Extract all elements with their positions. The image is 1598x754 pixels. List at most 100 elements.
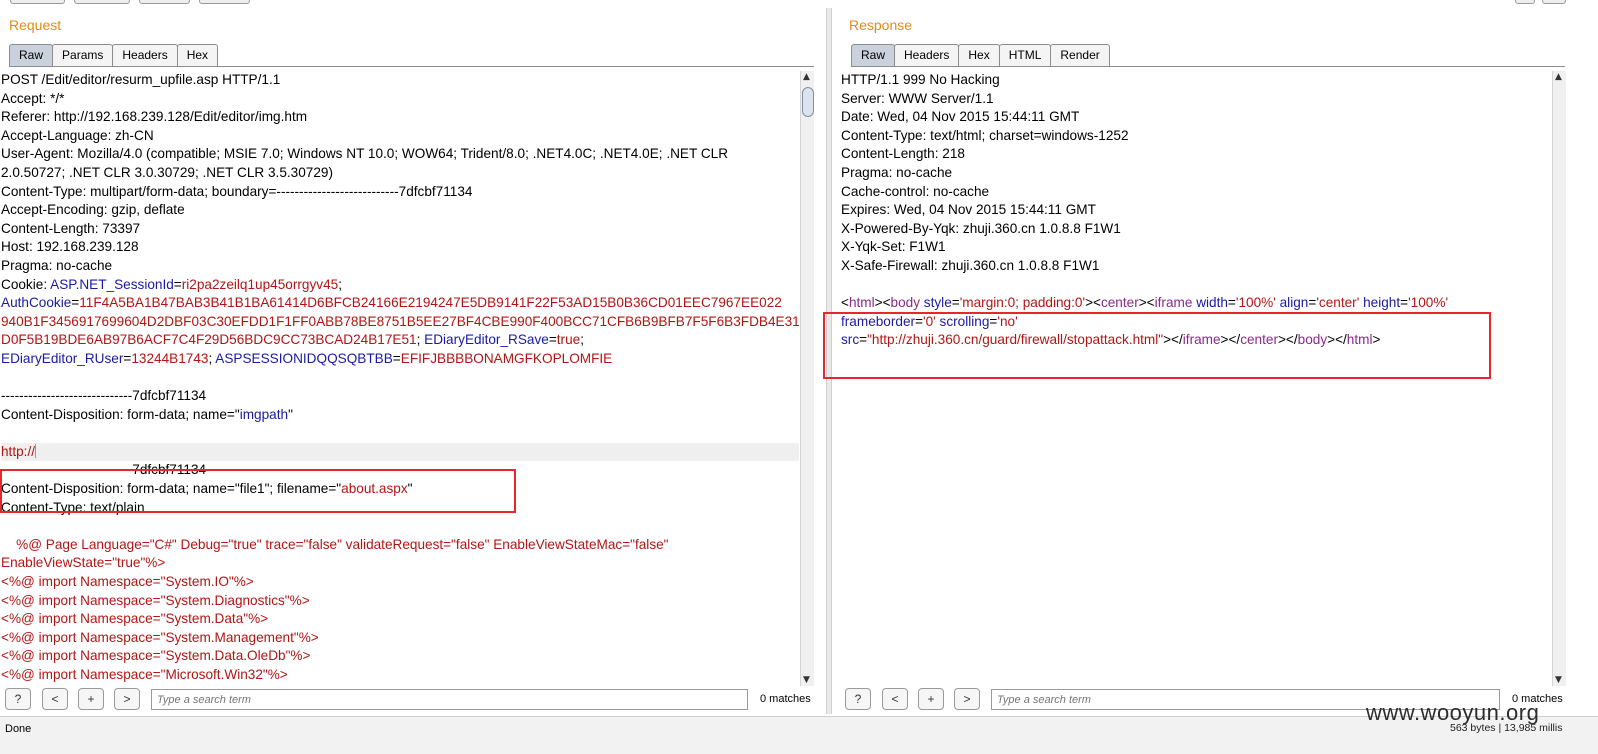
search-next-button[interactable]: > bbox=[954, 688, 980, 710]
code-token: POST /Edit/editor/resurm_upfile.asp HTTP… bbox=[1, 72, 281, 87]
code-token: ri2pa2zeilq1up45orrgyv45 bbox=[181, 276, 339, 292]
code-line: <%@ import Namespace="Microsoft.Win32"%> bbox=[1, 666, 799, 685]
code-line: EnableViewState="true"%> bbox=[1, 554, 799, 573]
response-tab-render[interactable]: Render bbox=[1050, 44, 1110, 66]
code-line: Cache-control: no-cache bbox=[841, 183, 1548, 202]
code-token: ASPSESSIONIDQQSQBTBB bbox=[215, 350, 393, 366]
code-line: D0F5B19BDE6AB97B6ACF7C4F29D56BDC9CC73BCA… bbox=[1, 331, 799, 350]
code-line: Content-Type: text/html; charset=windows… bbox=[841, 127, 1548, 146]
code-token: = bbox=[392, 350, 401, 366]
code-line: -----------------------------7dfcbf71134 bbox=[1, 387, 799, 406]
toolbar-button-6[interactable] bbox=[1542, 0, 1566, 4]
request-tab-headers[interactable]: Headers bbox=[112, 44, 178, 66]
code-token: = bbox=[548, 332, 557, 348]
triangle-down-icon[interactable]: ▼ bbox=[1555, 675, 1562, 685]
code-token: style bbox=[923, 295, 952, 311]
response-tab-hex[interactable]: Hex bbox=[958, 44, 1000, 66]
toolbar-button-1[interactable] bbox=[10, 0, 65, 4]
request-editor[interactable]: POST /Edit/editor/resurm_upfile.asp HTTP… bbox=[1, 71, 799, 686]
code-token: Cookie: bbox=[1, 276, 51, 292]
code-token: = bbox=[951, 295, 960, 311]
code-token: = bbox=[1400, 295, 1409, 311]
search-prev-button[interactable]: < bbox=[42, 688, 68, 710]
code-token: Accept-Language: zh-CN bbox=[1, 127, 154, 143]
response-tab-raw[interactable]: Raw bbox=[851, 44, 896, 66]
code-line: Accept-Language: zh-CN bbox=[1, 127, 799, 146]
code-token: Accept: */* bbox=[1, 90, 65, 106]
code-line: Host: 192.168.239.128 bbox=[1, 238, 799, 257]
toolbar-button-4[interactable] bbox=[199, 0, 250, 4]
code-line: Expires: Wed, 04 Nov 2015 15:44:11 GMT bbox=[841, 201, 1548, 220]
response-scrollbar[interactable]: ▲ ▼ bbox=[1552, 71, 1566, 686]
code-line: Accept-Encoding: gzip, deflate bbox=[1, 201, 799, 220]
code-token: <%@ import Namespace="System.IO"%> bbox=[1, 574, 254, 590]
code-line: Server: WWW Server/1.1 bbox=[841, 90, 1548, 109]
toolbar-button-5[interactable] bbox=[1515, 0, 1535, 4]
code-token: 'center' bbox=[1316, 295, 1360, 311]
code-token: Pragma: no-cache bbox=[1, 257, 113, 273]
code-line: POST /Edit/editor/resurm_upfile.asp HTTP… bbox=[1, 71, 799, 90]
search-add-button[interactable]: + bbox=[918, 688, 944, 710]
help-button[interactable]: ? bbox=[845, 688, 871, 710]
triangle-up-icon[interactable]: ▲ bbox=[1555, 72, 1562, 82]
code-line: <%@ import Namespace="System.IO"%> bbox=[1, 573, 799, 592]
code-token: Cache-control: no-cache bbox=[841, 183, 990, 199]
response-tab-headers[interactable]: Headers bbox=[894, 44, 960, 66]
code-token: '100%' bbox=[1408, 295, 1449, 311]
code-token: >< bbox=[1085, 295, 1101, 311]
code-line: 2.0.50727; .NET CLR 3.0.30729; .NET CLR … bbox=[1, 164, 799, 183]
code-token: true bbox=[556, 332, 581, 348]
code-line: X-Safe-Firewall: zhuji.360.cn 1.0.8.8 F1… bbox=[841, 257, 1548, 276]
code-token: align bbox=[1279, 295, 1309, 311]
code-token: ; bbox=[580, 332, 584, 348]
code-token: = bbox=[1227, 295, 1236, 311]
request-scrollbar[interactable]: ▲ ▼ bbox=[800, 71, 814, 686]
code-line: Cookie: ASP.NET_SessionId=ri2pa2zeilq1up… bbox=[1, 276, 799, 295]
code-line: Date: Wed, 04 Nov 2015 15:44:11 GMT bbox=[841, 108, 1548, 127]
triangle-down-icon[interactable]: ▼ bbox=[803, 675, 810, 685]
code-token: '100%' bbox=[1235, 295, 1276, 311]
code-token: Pragma: no-cache bbox=[841, 164, 953, 180]
code-token: 'margin:0; padding:0' bbox=[959, 295, 1086, 311]
response-tab-divider bbox=[851, 66, 1565, 67]
code-token: height bbox=[1363, 295, 1401, 311]
code-token: -----------------------------7dfcbf71134 bbox=[1, 388, 207, 404]
code-token: Content-Length: 218 bbox=[841, 146, 965, 162]
code-token: Host: 192.168.239.128 bbox=[1, 239, 139, 255]
request-scroll-thumb[interactable] bbox=[802, 87, 814, 117]
search-add-button[interactable]: + bbox=[78, 688, 104, 710]
code-token: Referer: http://192.168.239.128/Edit/edi… bbox=[1, 109, 308, 125]
code-token: width bbox=[1196, 295, 1228, 311]
search-prev-button[interactable]: < bbox=[882, 688, 908, 710]
request-tab-hex[interactable]: Hex bbox=[176, 44, 219, 66]
code-token: ; bbox=[338, 276, 342, 292]
code-token: http:// bbox=[1, 443, 36, 459]
code-line: Pragma: no-cache bbox=[841, 164, 1548, 183]
toolbar-button-3[interactable] bbox=[139, 0, 190, 4]
response-tab-html[interactable]: HTML bbox=[998, 44, 1052, 66]
code-token: User-Agent: Mozilla/4.0 (compatible; MSI… bbox=[1, 146, 729, 162]
code-token: 2.0.50727; .NET CLR 3.0.30729; .NET CLR … bbox=[1, 164, 333, 180]
code-line: Referer: http://192.168.239.128/Edit/edi… bbox=[1, 108, 799, 127]
code-token: Content-Disposition: form-data; name=" bbox=[1, 406, 240, 422]
code-token: EFIFJBBBBONAMGFKOPLOMFIE bbox=[400, 350, 613, 366]
code-token: EDiaryEditor_RSave bbox=[424, 332, 549, 348]
help-button[interactable]: ? bbox=[5, 688, 31, 710]
code-line: <%@ import Namespace="System.Diagnostics… bbox=[1, 592, 799, 611]
code-line: User-Agent: Mozilla/4.0 (compatible; MSI… bbox=[1, 145, 799, 164]
code-token: Content-Type: multipart/form-data; bound… bbox=[1, 183, 473, 199]
code-token: Expires: Wed, 04 Nov 2015 15:44:11 GMT bbox=[841, 202, 1096, 218]
code-token: %@ Page Language="C#" Debug="true" trace… bbox=[1, 536, 669, 552]
request-tab-raw[interactable]: Raw bbox=[9, 44, 54, 66]
request-search-input[interactable] bbox=[151, 689, 748, 710]
code-line: 940B1F3456917699604D2DBF03C30EFDD1F1FF0A… bbox=[1, 313, 799, 332]
search-next-button[interactable]: > bbox=[114, 688, 140, 710]
status-text: Done bbox=[5, 723, 32, 735]
triangle-up-icon[interactable]: ▲ bbox=[803, 72, 810, 82]
request-tab-params[interactable]: Params bbox=[52, 44, 114, 66]
code-token: D0F5B19BDE6AB97B6ACF7C4F29D56BDC9CC73BCA… bbox=[1, 332, 417, 348]
toolbar-button-2[interactable] bbox=[74, 0, 130, 4]
response-stats: 563 bytes | 13,985 millis bbox=[1450, 722, 1563, 734]
response-tabs: Raw Headers Hex HTML Render bbox=[851, 44, 1110, 66]
